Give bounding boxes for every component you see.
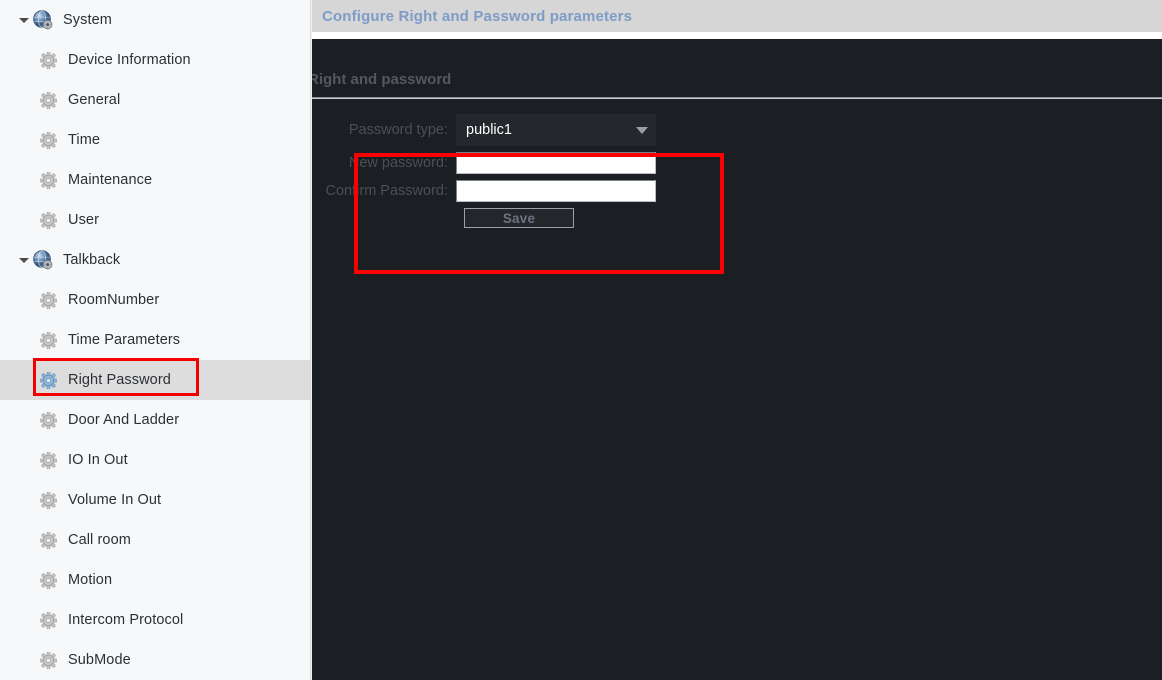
sidebar-item-general[interactable]: General — [0, 80, 312, 120]
section-header: Right and password — [312, 39, 1162, 97]
nav-group-label: Talkback — [63, 252, 121, 268]
sidebar-item-label: SubMode — [68, 652, 131, 668]
gear-icon — [40, 411, 57, 429]
right-password-form: Password type: public1 New password: Con… — [312, 100, 1162, 274]
nav-group-talkback[interactable]: Talkback — [0, 240, 312, 280]
password-type-row: Password type: public1 — [312, 114, 1162, 146]
navigation-tree: System Device Information General Time Maint… — [0, 0, 312, 680]
gear-icon — [40, 91, 57, 109]
sidebar-item-volume-in-out[interactable]: Volume In Out — [0, 480, 312, 520]
gear-icon — [40, 171, 57, 189]
new-password-input[interactable] — [456, 152, 656, 174]
sidebar-item-label: Volume In Out — [68, 492, 162, 508]
sidebar-item-label: Door And Ladder — [68, 412, 180, 428]
sidebar-item-label: General — [68, 92, 121, 108]
save-button[interactable]: Save — [464, 208, 574, 228]
sidebar-item-user[interactable]: User — [0, 200, 312, 240]
page-header-bar: Configure Right and Password parameters — [312, 0, 1162, 32]
gear-icon — [40, 491, 57, 509]
sidebar-item-label: Time Parameters — [68, 332, 181, 348]
sidebar-item-time-parameters[interactable]: Time Parameters — [0, 320, 312, 360]
navigation-sidebar: System Device Information General Time Maint… — [0, 0, 312, 680]
nav-group-label: System — [63, 12, 112, 28]
sidebar-item-door-and-ladder[interactable]: Door And Ladder — [0, 400, 312, 440]
sidebar-item-label: Motion — [68, 572, 113, 588]
gear-icon — [40, 371, 57, 389]
content-pane: Configure Right and Password parameters … — [312, 0, 1162, 680]
gear-icon — [40, 291, 57, 309]
settings-panel: Right and password Password type: public… — [312, 39, 1162, 680]
section-title: Right and password — [312, 71, 452, 88]
globe-gear-icon — [32, 9, 54, 31]
sidebar-item-label: IO In Out — [68, 452, 128, 468]
save-row-spacer — [312, 208, 464, 228]
sidebar-item-label: Call room — [68, 532, 131, 548]
sidebar-item-intercom-protocol[interactable]: Intercom Protocol — [0, 600, 312, 640]
sidebar-item-io-in-out[interactable]: IO In Out — [0, 440, 312, 480]
gear-icon — [40, 51, 57, 69]
gear-icon — [40, 451, 57, 469]
chevron-down-icon[interactable] — [16, 0, 32, 40]
new-password-label: New password: — [348, 155, 448, 171]
gear-icon — [40, 571, 57, 589]
chevron-down-icon[interactable] — [16, 240, 32, 280]
sidebar-item-roomnumber[interactable]: RoomNumber — [0, 280, 312, 320]
sidebar-item-label: RoomNumber — [68, 292, 160, 308]
gear-icon — [40, 531, 57, 549]
gear-icon — [40, 211, 57, 229]
gear-icon — [40, 611, 57, 629]
sidebar-item-label: Device Information — [68, 52, 191, 68]
password-type-select[interactable]: public1 — [456, 114, 656, 146]
sidebar-item-label: User — [68, 212, 100, 228]
nav-group-system[interactable]: System — [0, 0, 312, 40]
chevron-down-icon — [636, 126, 648, 134]
confirm-password-label: Confirm Password: — [325, 183, 448, 199]
application-window: System Device Information General Time Maint… — [0, 0, 1162, 680]
gear-icon — [40, 131, 57, 149]
sidebar-item-label: Intercom Protocol — [68, 612, 184, 628]
page-title: Configure Right and Password parameters — [322, 7, 633, 25]
globe-gear-icon — [32, 249, 54, 271]
gear-icon — [40, 331, 57, 349]
sidebar-item-call-room[interactable]: Call room — [0, 520, 312, 560]
password-type-label: Password type: — [348, 122, 448, 138]
sidebar-item-submode[interactable]: SubMode — [0, 640, 312, 680]
sidebar-item-label: Maintenance — [68, 172, 153, 188]
sidebar-item-label: Time — [68, 132, 101, 148]
sidebar-item-time[interactable]: Time — [0, 120, 312, 160]
sidebar-item-label: Right Password — [68, 372, 171, 388]
save-row: Save — [312, 208, 1162, 228]
sidebar-item-maintenance[interactable]: Maintenance — [0, 160, 312, 200]
confirm-password-row: Confirm Password: — [312, 180, 1162, 202]
new-password-row: New password: — [312, 152, 1162, 174]
confirm-password-input[interactable] — [456, 180, 656, 202]
sidebar-item-right-password[interactable]: Right Password — [0, 360, 312, 400]
sidebar-item-device-information[interactable]: Device Information — [0, 40, 312, 80]
header-gap — [312, 32, 1162, 39]
sidebar-item-motion[interactable]: Motion — [0, 560, 312, 600]
password-type-value: public1 — [466, 122, 512, 138]
gear-icon — [40, 651, 57, 669]
